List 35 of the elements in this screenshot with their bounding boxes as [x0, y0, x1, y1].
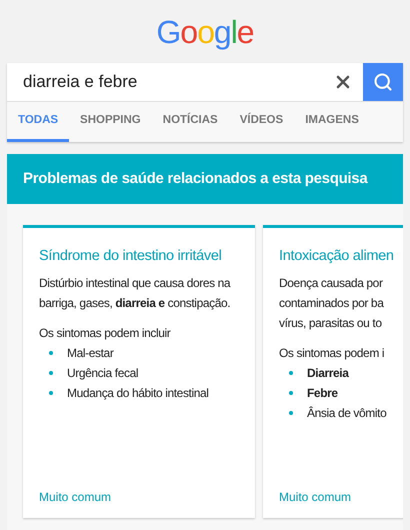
- search-field[interactable]: diarreia e febre: [7, 63, 323, 101]
- bullet-icon: [289, 391, 293, 395]
- bullet-icon: [49, 351, 53, 355]
- tab[interactable]: NOTÍCIAS: [152, 102, 229, 142]
- card-description: Distúrbio intestinal que causa dores na barriga, gases, diarreia e constipação.: [39, 275, 232, 312]
- tab[interactable]: TODAS: [7, 102, 70, 142]
- bullet-icon: [289, 411, 293, 415]
- card-title[interactable]: Intoxicação alimen: [279, 246, 403, 267]
- tab[interactable]: IMAGENS: [294, 102, 370, 142]
- tab[interactable]: SHOPPING: [69, 102, 152, 142]
- search-panel[interactable]: diarreia e febre TODAS SHOPPING NOTÍCIAS VÍDEOS IMAGENS: [7, 63, 403, 142]
- frequency-link[interactable]: Muito comum: [39, 488, 239, 506]
- bullet-icon: [289, 371, 293, 375]
- symptom-item: Mudança do hábito intestinal: [67, 385, 209, 402]
- panel-header: Problemas de saúde relacionados a esta pesquisa: [7, 154, 403, 204]
- logo: Google: [156, 13, 254, 52]
- search-button[interactable]: [363, 63, 403, 101]
- condition-card[interactable]: Intoxicação alimen Doença causada por contaminados por ba vírus, parasitas ou to Os sintomas podem i Diarreia Febre Ânsia de vômito Muito comum: [263, 225, 403, 518]
- tab[interactable]: VÍDEOS: [228, 102, 294, 142]
- card-description: vírus, parasitas ou to: [279, 315, 383, 332]
- symptoms-intro: Os sintomas podem incluir: [39, 325, 172, 342]
- card-description: Doença causada por: [279, 275, 384, 292]
- search-icon: [373, 72, 393, 92]
- symptom-item: Urgência fecal: [67, 365, 138, 382]
- symptom-item: Mal-estar: [67, 345, 114, 362]
- card-description: contaminados por ba: [279, 295, 385, 312]
- bullet-icon: [49, 391, 53, 395]
- symptom-item: Diarreia: [307, 365, 348, 382]
- symptom-item: Febre: [307, 385, 338, 402]
- symptoms-intro: Os sintomas podem i: [279, 345, 386, 362]
- condition-card[interactable]: [23, 225, 255, 518]
- card-title[interactable]: Síndrome do intestino irritável: [39, 246, 239, 267]
- bullet-icon: [49, 371, 53, 375]
- frequency-link[interactable]: Muito comum: [279, 488, 403, 506]
- symptom-item: Ânsia de vômito: [307, 405, 386, 422]
